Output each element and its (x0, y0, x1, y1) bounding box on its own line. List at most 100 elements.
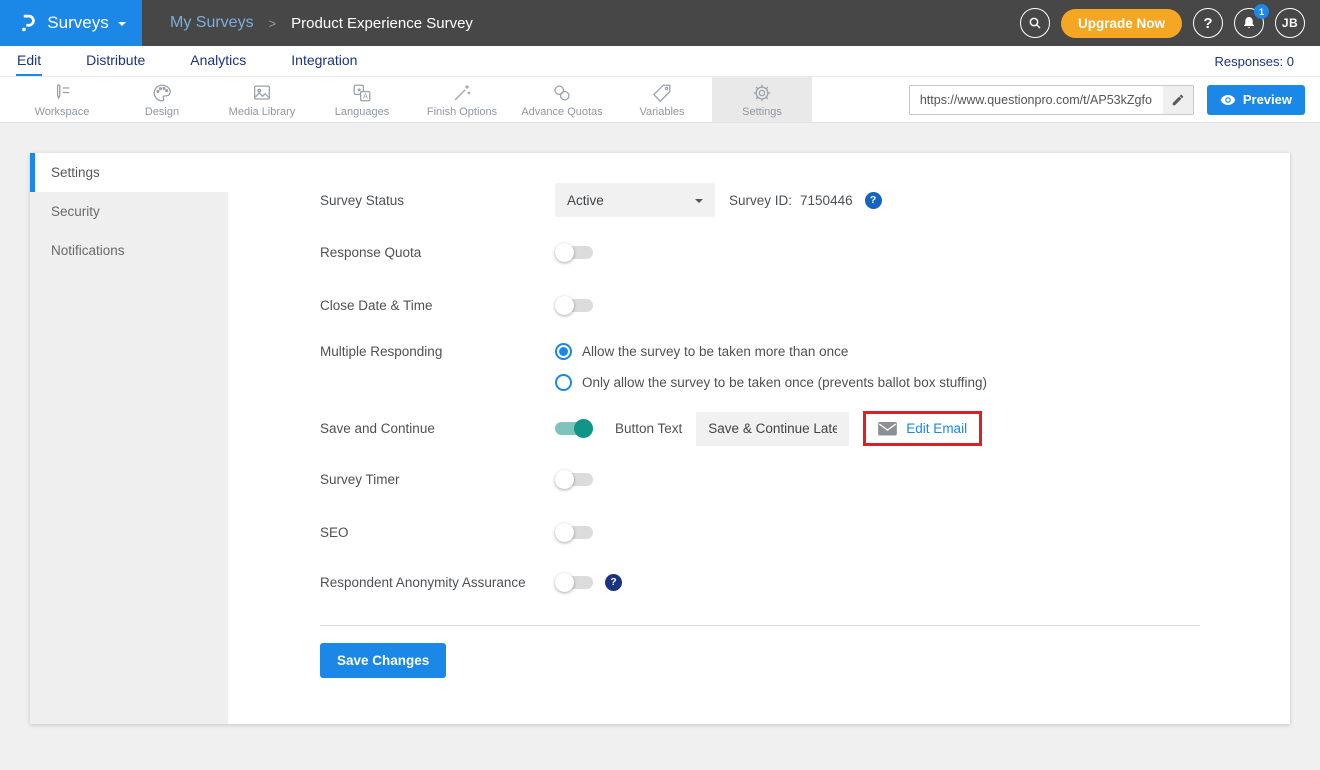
survey-status-select[interactable]: Active (555, 183, 715, 217)
survey-url-input[interactable] (910, 86, 1163, 114)
toggle-knob (555, 470, 574, 489)
bell-icon (1241, 15, 1257, 31)
notifications-button[interactable]: 1 (1234, 8, 1264, 38)
avatar-initials: JB (1282, 16, 1298, 30)
radio-unselected-icon (555, 374, 572, 391)
survey-timer-row: Survey Timer (320, 462, 1200, 496)
breadcrumb-my-surveys[interactable]: My Surveys (170, 14, 254, 32)
toolbar-item-languages[interactable]: ★ A Languages (312, 77, 412, 122)
form-divider (320, 625, 1200, 626)
questionpro-logo-icon (16, 12, 38, 34)
question-mark-icon: ? (1203, 15, 1212, 32)
radio-option-label: Allow the survey to be taken more than o… (582, 344, 848, 359)
multiple-responding-row: Multiple Responding Allow the survey to … (320, 341, 1200, 391)
radio-option-label: Only allow the survey to be taken once (… (582, 375, 987, 390)
variables-icon (651, 82, 673, 104)
languages-icon: ★ A (351, 82, 373, 104)
envelope-icon (878, 422, 897, 436)
workspace-icon (51, 82, 73, 104)
seo-label: SEO (320, 525, 555, 540)
advance-quotas-icon (551, 82, 573, 104)
user-avatar[interactable]: JB (1275, 8, 1305, 38)
toolbar-item-advance-quotas[interactable]: Advance Quotas (512, 77, 612, 122)
survey-status-row: Survey Status Active Survey ID: 7150446 … (320, 183, 1200, 217)
close-date-label: Close Date & Time (320, 298, 555, 313)
toggle-knob (574, 419, 593, 438)
tab-edit[interactable]: Edit (16, 46, 42, 76)
anonymity-help-icon[interactable]: ? (605, 574, 622, 591)
response-quota-row: Response Quota (320, 235, 1200, 269)
toggle-knob (555, 573, 574, 592)
tab-distribute[interactable]: Distribute (85, 46, 146, 76)
toolbar-item-workspace[interactable]: Workspace (12, 77, 112, 122)
search-button[interactable] (1020, 8, 1050, 38)
breadcrumb-current-survey: Product Experience Survey (291, 15, 473, 32)
pencil-icon (1171, 93, 1185, 107)
settings-card: Settings Security Notifications Survey S… (30, 153, 1290, 724)
radio-selected-icon (555, 343, 572, 360)
toolbar-item-design[interactable]: Design (112, 77, 212, 122)
toolbar-item-label: Media Library (229, 106, 296, 118)
settings-icon (751, 82, 773, 104)
close-date-row: Close Date & Time (320, 288, 1200, 322)
toolbar-right: Preview (909, 77, 1320, 122)
settings-sidebar: Settings Security Notifications (30, 153, 228, 724)
survey-timer-label: Survey Timer (320, 472, 555, 487)
toolbar-item-finish-options[interactable]: Finish Options (412, 77, 512, 122)
close-date-toggle[interactable] (555, 299, 593, 312)
toolbar-item-label: Settings (742, 106, 782, 118)
toggle-knob (555, 243, 574, 262)
tab-integration[interactable]: Integration (290, 46, 358, 76)
seo-row: SEO (320, 515, 1200, 549)
content-area: Settings Security Notifications Survey S… (0, 123, 1320, 754)
survey-url-box (909, 85, 1194, 115)
upgrade-now-button[interactable]: Upgrade Now (1061, 9, 1182, 38)
survey-status-label: Survey Status (320, 193, 555, 208)
sidebar-item-notifications[interactable]: Notifications (30, 231, 228, 270)
save-and-continue-toggle[interactable] (555, 422, 593, 435)
button-text-input[interactable] (696, 412, 849, 446)
app-menu-surveys[interactable]: Surveys (0, 0, 142, 46)
help-button[interactable]: ? (1193, 8, 1223, 38)
sidebar-item-security[interactable]: Security (30, 192, 228, 231)
eye-icon (1220, 94, 1236, 106)
search-icon (1027, 15, 1043, 31)
preview-button[interactable]: Preview (1207, 85, 1305, 115)
settings-form: Survey Status Active Survey ID: 7150446 … (228, 153, 1290, 724)
radio-option-only-once[interactable]: Only allow the survey to be taken once (… (555, 374, 987, 391)
preview-label: Preview (1243, 92, 1292, 107)
respondent-anonymity-toggle[interactable] (555, 576, 593, 589)
survey-timer-toggle[interactable] (555, 473, 593, 486)
save-changes-button[interactable]: Save Changes (320, 643, 446, 678)
survey-id-help-icon[interactable]: ? (865, 192, 882, 209)
response-quota-toggle[interactable] (555, 246, 593, 259)
sidebar-item-settings[interactable]: Settings (30, 153, 228, 192)
save-and-continue-label: Save and Continue (320, 421, 555, 436)
survey-nav-tabs: Edit Distribute Analytics Integration Re… (0, 46, 1320, 77)
edit-email-link[interactable]: Edit Email (906, 421, 967, 436)
survey-id-value: 7150446 (800, 193, 853, 208)
toolbar-item-label: Workspace (35, 106, 90, 118)
seo-toggle[interactable] (555, 526, 593, 539)
toolbar-item-settings[interactable]: Settings (712, 77, 812, 122)
edit-toolbar: Workspace Design Media Library ★ A Langu… (0, 77, 1320, 123)
header-actions: Upgrade Now ? 1 JB (1020, 0, 1320, 46)
save-and-continue-row: Save and Continue Button Text Edit Email (320, 411, 1200, 446)
survey-id-label: Survey ID: (729, 193, 792, 208)
toolbar-item-variables[interactable]: Variables (612, 77, 712, 122)
toolbar-item-label: Finish Options (427, 106, 497, 118)
multiple-responding-label: Multiple Responding (320, 344, 555, 359)
radio-option-allow-multiple[interactable]: Allow the survey to be taken more than o… (555, 343, 987, 360)
top-header: Surveys My Surveys > Product Experience … (0, 0, 1320, 46)
finish-options-icon (451, 82, 473, 104)
toolbar-item-media-library[interactable]: Media Library (212, 77, 312, 122)
response-quota-label: Response Quota (320, 245, 555, 260)
svg-text:A: A (363, 91, 368, 100)
edit-email-highlight: Edit Email (863, 411, 982, 446)
tab-analytics[interactable]: Analytics (189, 46, 247, 76)
breadcrumb-separator: > (269, 16, 277, 31)
edit-url-button[interactable] (1163, 86, 1193, 114)
multiple-responding-options: Allow the survey to be taken more than o… (555, 341, 987, 391)
toolbar-item-label: Variables (639, 106, 684, 118)
chevron-down-icon (695, 199, 703, 207)
